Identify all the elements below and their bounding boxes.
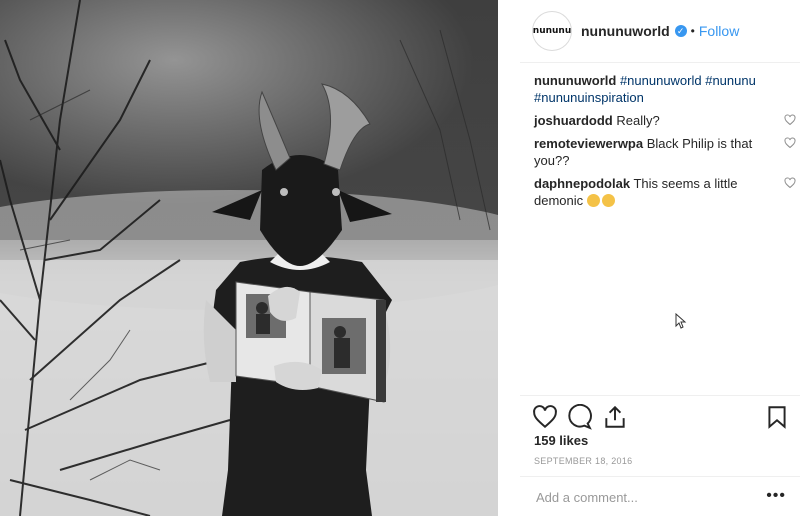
more-options-icon[interactable]: ••• bbox=[766, 487, 786, 505]
post-date[interactable]: SEPTEMBER 18, 2016 bbox=[534, 456, 632, 466]
avatar[interactable]: nununu bbox=[532, 11, 572, 51]
add-comment-input[interactable] bbox=[534, 489, 758, 506]
disappointed-face-emoji-icon bbox=[601, 194, 615, 207]
add-comment-bar: ••• bbox=[520, 476, 800, 517]
goat-mask-photo bbox=[0, 0, 498, 516]
post-side-panel: nununu nununuworld ✓ • Follow nununuworl… bbox=[520, 0, 800, 516]
comment-icon[interactable] bbox=[566, 404, 592, 430]
comment-like-heart-icon[interactable] bbox=[784, 114, 796, 126]
comment-row: joshuardodd Really? bbox=[534, 112, 796, 129]
verified-badge-icon: ✓ bbox=[674, 25, 687, 37]
comment-like-heart-icon[interactable] bbox=[784, 177, 796, 189]
bookmark-icon[interactable] bbox=[764, 404, 790, 430]
heart-icon[interactable] bbox=[532, 404, 558, 430]
mouse-pointer-icon bbox=[675, 313, 687, 329]
likes-count[interactable]: 159 likes bbox=[534, 433, 588, 448]
post-header: nununu nununuworld ✓ • Follow bbox=[520, 0, 800, 63]
follow-button[interactable]: Follow bbox=[699, 23, 739, 39]
separator-dot: • bbox=[690, 24, 695, 38]
username-link[interactable]: nununuworld bbox=[581, 23, 670, 39]
caption-username[interactable]: nununuworld bbox=[534, 73, 616, 88]
comment-username[interactable]: joshuardodd bbox=[534, 113, 613, 128]
comments-list: nununuworld #nununuworld #nununu #nununu… bbox=[534, 72, 796, 215]
comment-username[interactable]: remoteviewerwpa bbox=[534, 136, 643, 151]
action-bar bbox=[520, 395, 800, 436]
comment-row: daphnepodolak This seems a little demoni… bbox=[534, 175, 796, 209]
comment-row: remoteviewerwpa Black Philip is that you… bbox=[534, 135, 796, 169]
instagram-post-frame: nununu nununuworld ✓ • Follow nununuworl… bbox=[0, 0, 800, 516]
comment-like-heart-icon[interactable] bbox=[784, 137, 796, 149]
post-photo[interactable] bbox=[0, 0, 498, 516]
comment-username[interactable]: daphnepodolak bbox=[534, 176, 630, 191]
pensive-face-emoji-icon bbox=[586, 194, 600, 207]
avatar-logo-text: nununu bbox=[532, 26, 572, 36]
share-icon[interactable] bbox=[602, 404, 628, 430]
caption: nununuworld #nununuworld #nununu #nununu… bbox=[534, 72, 796, 106]
comment-text: Really? bbox=[616, 113, 660, 128]
